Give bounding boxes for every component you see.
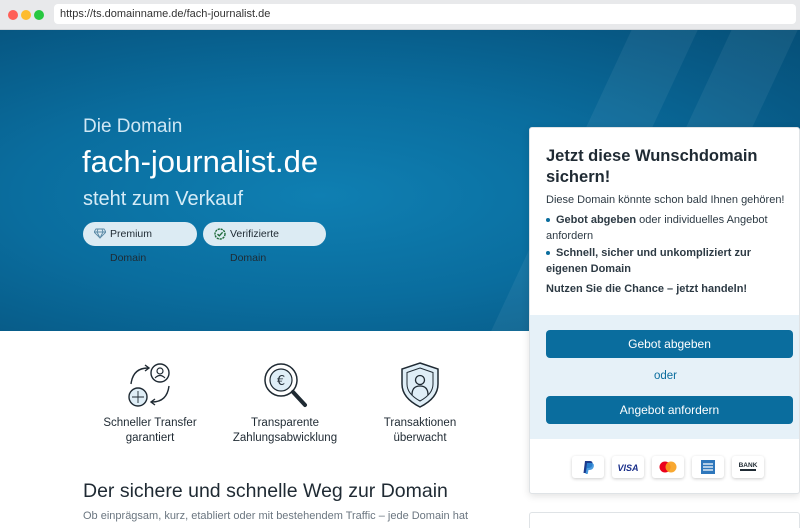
card-subtitle: Diese Domain könnte schon bald Ihnen geh… — [546, 194, 785, 206]
shield-user-icon — [401, 362, 439, 408]
section-text: Ob einprägsam, kurz, etabliert oder mit … — [83, 510, 468, 522]
mastercard-icon — [652, 456, 684, 478]
feature-fast-transfer: Schneller Transfer garantiert — [95, 360, 205, 446]
card-title: Jetzt diese Wunschdomain sichern! — [546, 147, 758, 186]
card-actions: Gebot abgeben oder Angebot anfordern — [530, 315, 799, 439]
svg-text:€: € — [277, 374, 285, 389]
hero-pretitle: Die Domain — [83, 116, 183, 137]
or-separator: oder — [653, 370, 678, 382]
address-bar[interactable]: https://ts.domainname.de/fach-journalist… — [54, 4, 796, 24]
close-window-button[interactable] — [8, 10, 18, 20]
card-call-to-action: Nutzen Sie die Chance – jetzt handeln! — [546, 283, 748, 295]
verified-domain-badge: Verifizierte Domain — [203, 222, 326, 264]
feature-transparent-payment: € Transparente Zahlungsabwicklung — [225, 360, 345, 446]
payment-methods: VISA BANK — [530, 456, 799, 480]
euro-magnifier-icon: € — [264, 363, 307, 407]
secondary-card — [529, 512, 800, 528]
bank-transfer-icon: BANK — [732, 456, 764, 478]
minimize-window-button[interactable] — [21, 10, 31, 20]
place-bid-button[interactable]: Gebot abgeben — [546, 330, 793, 358]
card-bullet-fast: Schnell, sicher und unkompliziert zur ei… — [546, 245, 791, 277]
badge-label: Verifizierte Domain — [230, 228, 280, 264]
feature-monitored-transactions: Transaktionen überwacht — [365, 360, 475, 446]
bullet-bold: Schnell, sicher und unkompliziert zur ei… — [546, 247, 751, 275]
bullet-dot — [546, 251, 550, 256]
purchase-card: Jetzt diese Wunschdomain sichern! Diese … — [529, 127, 800, 494]
visa-icon: VISA — [612, 456, 644, 478]
section-title: Der sichere und schnelle Weg zur Domain — [83, 480, 448, 502]
paypal-icon — [572, 456, 604, 478]
browser-chrome: https://ts.domainname.de/fach-journalist… — [0, 0, 800, 30]
diamond-icon — [94, 228, 106, 239]
feature-label: Schneller Transfer garantiert — [103, 417, 197, 444]
verified-check-icon — [214, 228, 226, 240]
amex-icon — [692, 456, 724, 478]
transfer-icon — [128, 363, 170, 407]
request-offer-button[interactable]: Angebot anfordern — [546, 396, 793, 424]
feature-label: Transaktionen überwacht — [383, 417, 457, 444]
svg-text:VISA: VISA — [617, 463, 638, 473]
bullet-dot — [546, 218, 550, 223]
feature-label: Transparente Zahlungsabwicklung — [232, 417, 338, 444]
svg-text:BANK: BANK — [739, 462, 758, 469]
bullet-bold: Gebot abgeben — [556, 214, 637, 226]
badge-label: Premium Domain — [110, 228, 153, 264]
for-sale-subtitle: steht zum Verkauf — [83, 188, 244, 210]
maximize-window-button[interactable] — [34, 10, 44, 20]
card-bullet-bid: Gebot abgeben oder individuelles Angebot… — [546, 212, 791, 244]
domain-name-heading: fach-journalist.de — [82, 144, 319, 179]
premium-domain-badge: Premium Domain — [83, 222, 197, 264]
